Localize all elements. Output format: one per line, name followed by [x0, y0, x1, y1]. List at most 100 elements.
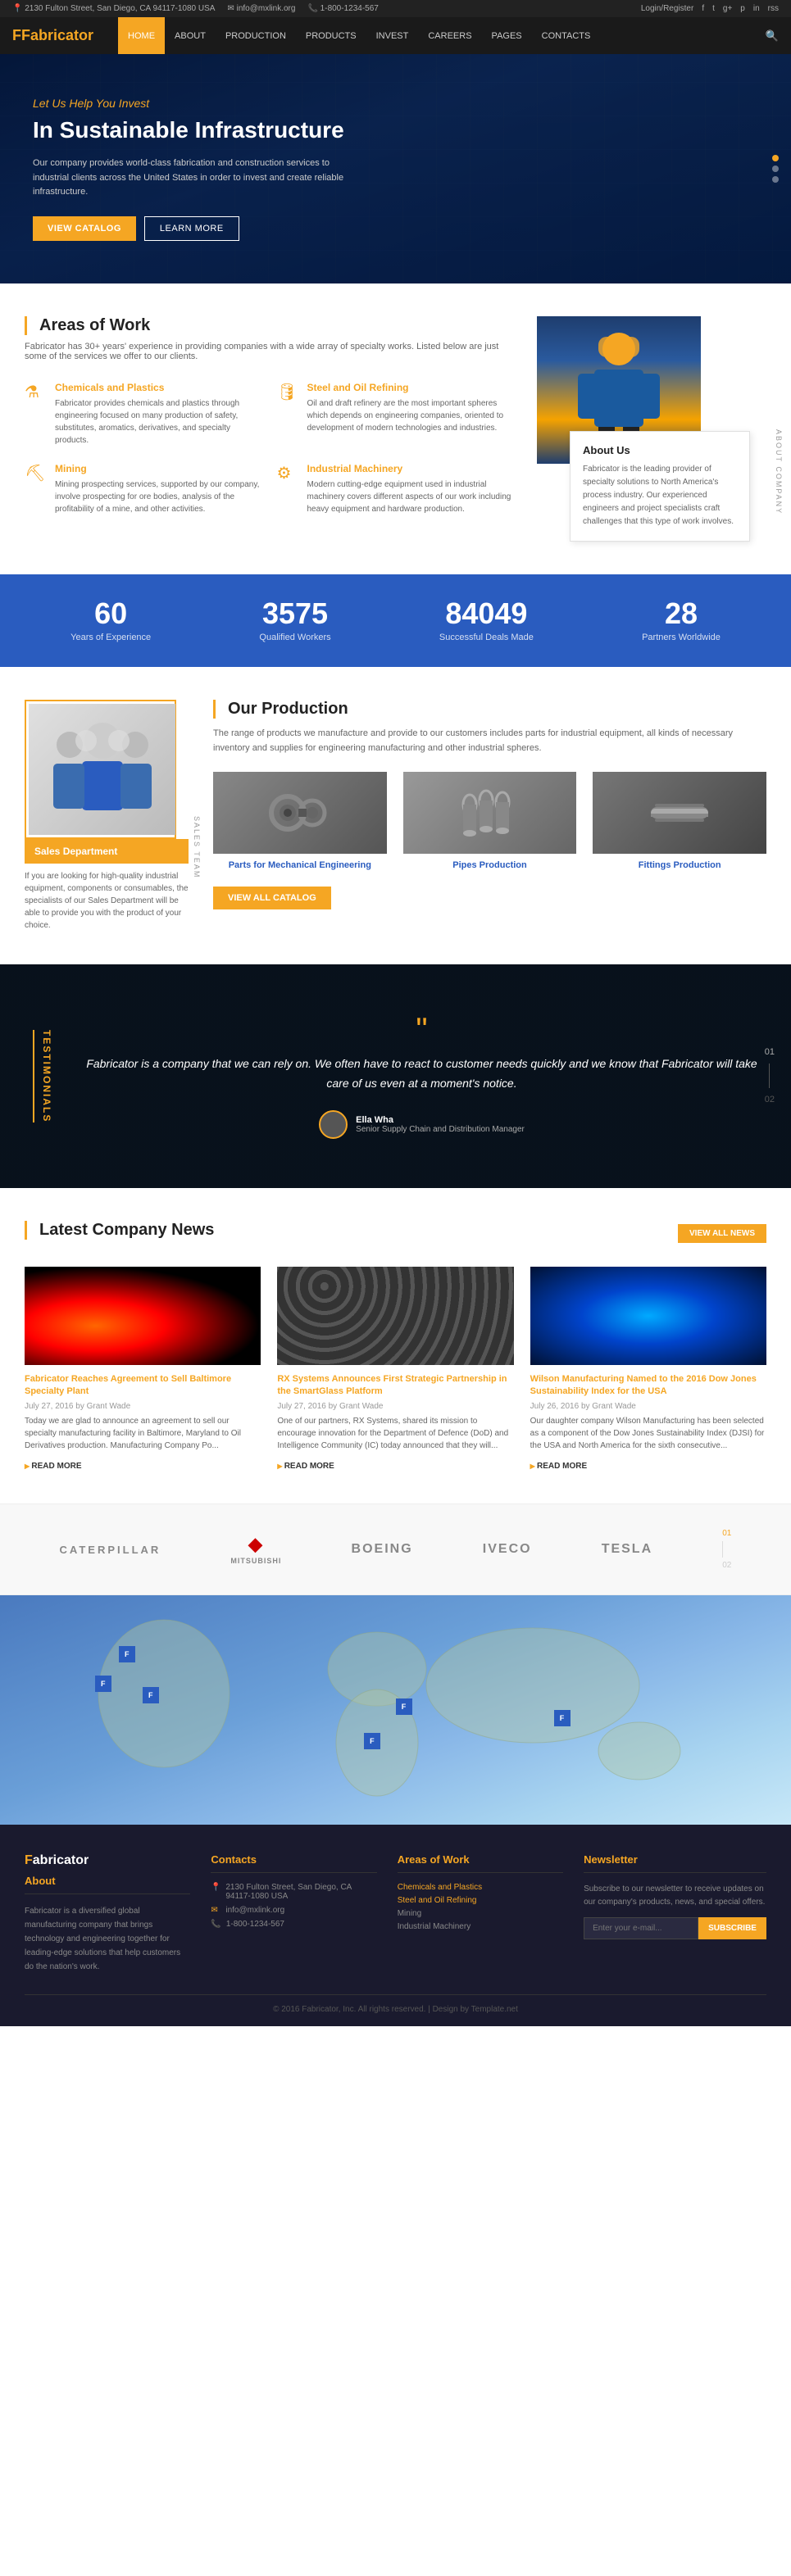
area-steel-desc: Oil and draft refinery are the most impo… [307, 397, 513, 434]
area-mining-name: Mining [55, 463, 261, 474]
footer-link-mining[interactable]: Mining [398, 1909, 563, 1918]
footer-newsletter: Newsletter Subscribe to our newsletter t… [584, 1853, 766, 1974]
news-title: Latest Company News [25, 1221, 214, 1240]
production-right: Our Production The range of products we … [213, 700, 766, 932]
map-pin-6[interactable]: F [554, 1710, 571, 1726]
view-all-news-button[interactable]: VIEW ALL NEWS [678, 1224, 766, 1243]
map-pin-5[interactable]: F [396, 1698, 412, 1715]
view-catalog-button[interactable]: VIEW ALL CATALOG [213, 887, 331, 909]
area-chemicals: ⚗ Chemicals and Plastics Fabricator prov… [25, 382, 261, 447]
nav-about[interactable]: ABOUT [165, 17, 216, 54]
author-name: Ella Wha [356, 1115, 525, 1125]
map-pin-3[interactable]: F [143, 1687, 159, 1703]
hero-dot-1[interactable] [772, 155, 779, 161]
social-twitter[interactable]: t [712, 4, 715, 13]
hero-dot-3[interactable] [772, 176, 779, 183]
nav-products[interactable]: PRODUCTS [296, 17, 366, 54]
view-catalog-button[interactable]: VIEW CATALOG [33, 216, 136, 241]
area-machinery-desc: Modern cutting-edge equipment used in in… [307, 478, 513, 515]
footer-phone: 📞 1-800-1234-567 [211, 1920, 376, 1929]
production-section: Sales Department If you are looking for … [0, 667, 791, 964]
nav-contacts[interactable]: CONTACTS [532, 17, 601, 54]
area-mining-desc: Mining prospecting services, supported b… [55, 478, 261, 515]
top-bar-left: 📍 2130 Fulton Street, San Diego, CA 9411… [12, 4, 379, 13]
about-card: About Us Fabricator is the leading provi… [570, 431, 750, 542]
social-pinterest[interactable]: p [740, 4, 745, 13]
nav-production[interactable]: PRODUCTION [216, 17, 296, 54]
location-icon: 📍 [12, 4, 22, 13]
areas-subtitle: Fabricator has 30+ years' experience in … [25, 342, 512, 361]
news-meta-3: July 26, 2016 by Grant Wade [530, 1402, 766, 1411]
map-pin-4[interactable]: F [364, 1733, 380, 1749]
hero-description: Our company provides world-class fabrica… [33, 156, 361, 200]
news-title-2: RX Systems Announces First Strategic Par… [277, 1373, 513, 1399]
footer-contacts-title: Contacts [211, 1853, 376, 1873]
map-pin-1[interactable]: F [95, 1676, 111, 1692]
social-facebook[interactable]: f [702, 4, 704, 13]
stat-workers: 3575 Qualified Workers [259, 599, 330, 642]
newsletter-input[interactable] [584, 1917, 698, 1939]
read-more-2[interactable]: READ MORE [277, 1462, 334, 1471]
testimonial-page-1: 01 [765, 1047, 775, 1057]
prod-pipes: Pipes Production [403, 772, 577, 870]
partner-caterpillar: CATERPILLAR [60, 1544, 161, 1556]
stat-workers-number: 3575 [259, 599, 330, 628]
area-machinery-name: Industrial Machinery [307, 463, 513, 474]
news-grid: Fabricator Reaches Agreement to Sell Bal… [25, 1267, 766, 1472]
areas-section: Areas of Work Fabricator has 30+ years' … [0, 283, 791, 574]
hero-content: Let Us Help You Invest In Sustainable In… [33, 97, 361, 240]
news-meta-1: July 27, 2016 by Grant Wade [25, 1402, 261, 1411]
about-side-text: ABOUT COMPANY [775, 429, 783, 515]
nav-pages[interactable]: PAGES [482, 17, 532, 54]
area-steel-content: Steel and Oil Refining Oil and draft ref… [307, 382, 513, 447]
news-weld-bg [530, 1267, 766, 1365]
email: ✉ info@mxlink.org [227, 4, 295, 13]
about-box: About Us Fabricator is the leading provi… [537, 316, 766, 542]
map-overlay: F F F F F F [0, 1595, 791, 1825]
production-left: Sales Department If you are looking for … [25, 700, 189, 932]
newsletter-form: SUBSCRIBE [584, 1917, 766, 1939]
footer-grid: Fabricator About Fabricator is a diversi… [25, 1853, 766, 1974]
nav-home[interactable]: HOME [118, 17, 165, 54]
hero-dot-2[interactable] [772, 166, 779, 172]
nav-careers[interactable]: CAREERS [418, 17, 481, 54]
social-rss[interactable]: rss [768, 4, 779, 13]
area-machinery: ⚙ Industrial Machinery Modern cutting-ed… [277, 463, 513, 515]
stat-experience-number: 60 [70, 599, 151, 628]
partner-boeing: BOEING [352, 1542, 413, 1557]
footer-address: 📍 2130 Fulton Street, San Diego, CA 9411… [211, 1883, 376, 1901]
footer-about: Fabricator About Fabricator is a diversi… [25, 1853, 190, 1974]
newsletter-subscribe-button[interactable]: SUBSCRIBE [698, 1917, 766, 1939]
testimonials-content: " Fabricator is a company that we can re… [85, 1014, 758, 1139]
prod-fittings: Fittings Production [593, 772, 766, 870]
phone-icon: 📞 [307, 4, 317, 13]
login-link[interactable]: Login/Register [641, 4, 693, 13]
footer-areas: Areas of Work Chemicals and Plastics Ste… [398, 1853, 563, 1974]
footer-email-icon: ✉ [211, 1906, 220, 1915]
testimonial-divider [769, 1064, 770, 1088]
social-google[interactable]: g+ [723, 4, 732, 13]
news-title-1: Fabricator Reaches Agreement to Sell Bal… [25, 1373, 261, 1399]
testimonials-label: Testimonials [33, 1030, 52, 1122]
map-pin-2[interactable]: F [119, 1646, 135, 1662]
news-section: Latest Company News VIEW ALL NEWS Fabric… [0, 1188, 791, 1504]
news-header: Latest Company News VIEW ALL NEWS [25, 1221, 766, 1246]
footer-areas-title: Areas of Work [398, 1853, 563, 1873]
area-machinery-content: Industrial Machinery Modern cutting-edge… [307, 463, 513, 515]
search-icon[interactable]: 🔍 [766, 29, 779, 43]
read-more-3[interactable]: READ MORE [530, 1462, 588, 1471]
author-info: Ella Wha Senior Supply Chain and Distrib… [356, 1115, 525, 1134]
social-linkedin[interactable]: in [753, 4, 760, 13]
team-image-wrapper [25, 700, 176, 839]
logo-accent: F [12, 27, 21, 43]
learn-more-button[interactable]: LEARN MORE [144, 216, 239, 241]
footer-link-chemicals[interactable]: Chemicals and Plastics [398, 1883, 563, 1892]
footer-link-steel[interactable]: Steel and Oil Refining [398, 1896, 563, 1905]
stat-workers-label: Qualified Workers [259, 633, 330, 642]
nav-invest[interactable]: INVEST [366, 17, 419, 54]
navbar: FFabricator HOME ABOUT PRODUCTION PRODUC… [0, 17, 791, 54]
read-more-1[interactable]: READ MORE [25, 1462, 82, 1471]
footer-about-title: About [25, 1875, 190, 1894]
logo[interactable]: FFabricator [12, 27, 93, 44]
footer-link-machinery[interactable]: Industrial Machinery [398, 1922, 563, 1931]
